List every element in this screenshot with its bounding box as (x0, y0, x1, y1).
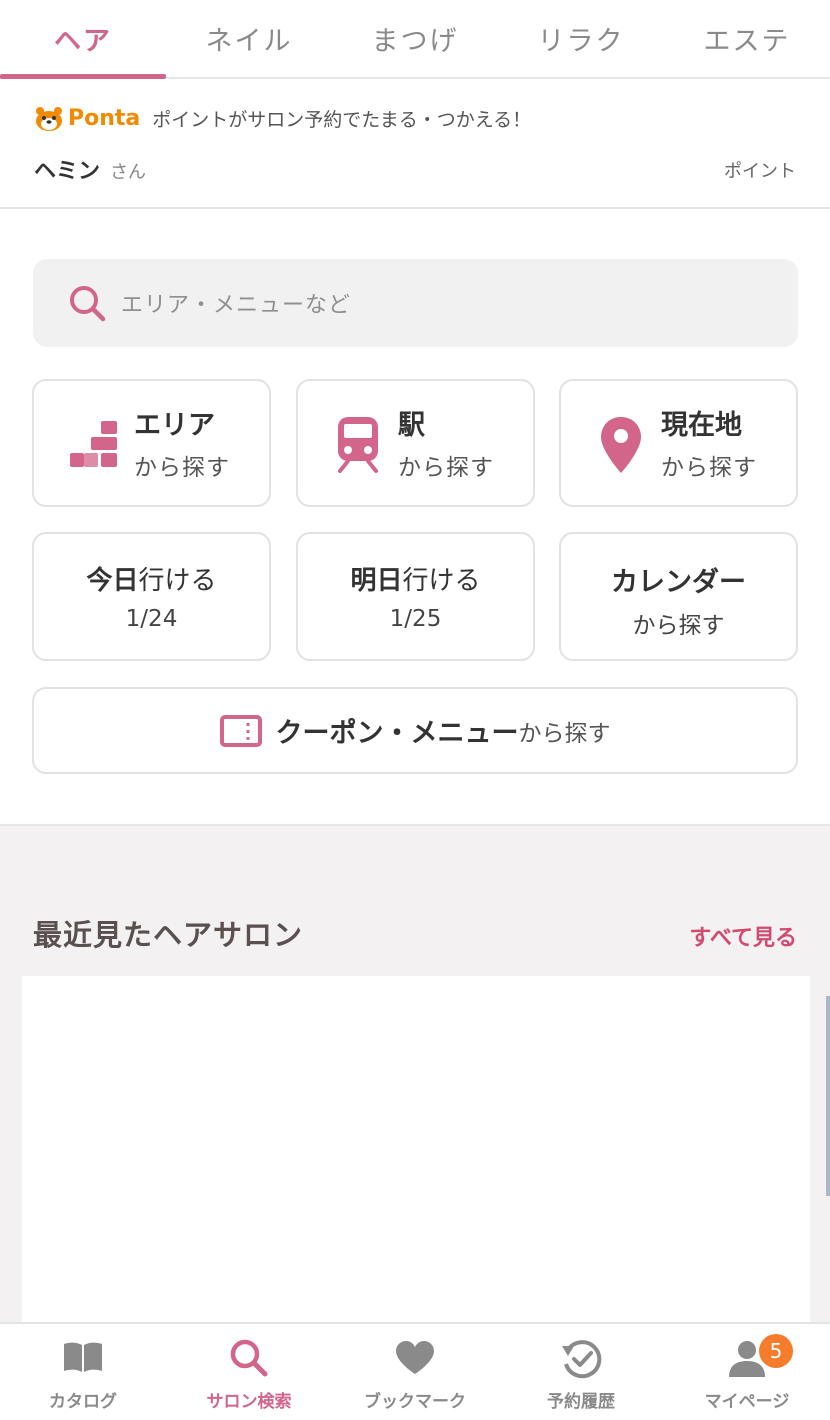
book-icon (64, 1342, 102, 1372)
location-search-button[interactable]: 現在地 から探す (559, 379, 798, 507)
calendar-sub-label: から探す (632, 613, 725, 639)
coupon-main-label: クーポン・メニュー (275, 718, 519, 749)
recent-title: 最近見たヘアサロン (33, 918, 304, 952)
tab-esthe[interactable]: エステ (664, 0, 830, 77)
search-input[interactable]: エリア・メニューなど (33, 259, 798, 347)
user-name: ヘミン さん (34, 153, 146, 185)
nav-salon-search-label: サロン検索 (206, 1392, 292, 1412)
next-card-peek (826, 996, 830, 1196)
nav-mypage[interactable]: 5 マイページ (664, 1324, 830, 1420)
user-name-suffix: さん (110, 162, 147, 183)
history-icon (562, 1340, 602, 1379)
bottom-nav: カタログ サロン検索 ブックマーク 予約履歴 5 マイページ (0, 1322, 830, 1420)
tab-relax[interactable]: リラク (498, 0, 664, 77)
today-date: 1/24 (125, 606, 178, 632)
location-sub-label: から探す (661, 455, 757, 481)
nav-salon-search[interactable]: サロン検索 (166, 1324, 332, 1420)
recent-salon-card[interactable] (22, 976, 810, 1336)
see-all-link[interactable]: すべて見る (689, 920, 797, 952)
tomorrow-bold: 明日 (350, 566, 403, 596)
notification-badge: 5 (759, 1334, 793, 1368)
ponta-mascot-icon (34, 106, 64, 132)
ponta-logo: Ponta (68, 106, 141, 131)
nav-bookmark-label: ブックマーク (364, 1392, 466, 1412)
calendar-main-label: カレンダー (611, 567, 746, 598)
tab-nail[interactable]: ネイル (166, 0, 332, 77)
area-search-button[interactable]: エリア から探す (32, 379, 271, 507)
location-main-label: 現在地 (661, 410, 742, 441)
ponta-message: ポイントがサロン予約でたまる・つかえる！ (152, 109, 532, 131)
nav-catalog-label: カタログ (49, 1392, 117, 1412)
coupon-menu-search-button[interactable]: クーポン・メニュー から探す (32, 687, 798, 774)
today-search-button[interactable]: 今日行ける 1/24 (32, 532, 271, 661)
station-main-label: 駅 (398, 410, 425, 441)
user-name-text: ヘミン (34, 159, 101, 184)
points-label: ポイント (724, 161, 796, 182)
recent-salons-section: 最近見たヘアサロン すべて見る (0, 824, 830, 1336)
nav-bookmark[interactable]: ブックマーク (332, 1324, 498, 1420)
ponta-banner[interactable]: Ponta ポイントがサロン予約でたまる・つかえる！ ヘミン さん ポイント (0, 79, 830, 209)
tomorrow-rest: 行ける (402, 566, 481, 596)
location-text: 現在地 から探す (661, 403, 757, 482)
search-placeholder: エリア・メニューなど (121, 293, 352, 318)
coupon-sub-label: から探す (518, 720, 611, 747)
nav-catalog[interactable]: カタログ (0, 1324, 166, 1420)
today-rest: 行ける (138, 566, 217, 596)
train-icon (338, 417, 378, 473)
category-tabs: ヘア ネイル まつげ リラク エステ (0, 0, 830, 79)
area-main-label: エリア (134, 410, 215, 441)
heart-icon (396, 1341, 434, 1374)
tab-eyelash[interactable]: まつげ (332, 0, 498, 77)
area-text: エリア から探す (134, 403, 230, 482)
tomorrow-label: 明日行ける (298, 560, 533, 597)
location-pin-icon (601, 417, 641, 473)
search-icon (70, 286, 106, 322)
tomorrow-date: 1/25 (389, 606, 442, 632)
search-icon (230, 1339, 268, 1377)
area-sub-label: から探す (134, 455, 230, 481)
tab-hair[interactable]: ヘア (0, 0, 166, 79)
station-sub-label: から探す (398, 455, 494, 481)
tomorrow-search-button[interactable]: 明日行ける 1/25 (296, 532, 535, 661)
calendar-search-button[interactable]: カレンダー から探す (559, 532, 798, 661)
today-label: 今日行ける (34, 560, 269, 597)
station-text: 駅 から探す (398, 403, 494, 482)
ponta-row: Ponta ポイントがサロン予約でたまる・つかえる！ (34, 105, 531, 132)
nav-reservation-history-label: 予約履歴 (547, 1392, 615, 1412)
nav-reservation-history[interactable]: 予約履歴 (498, 1324, 664, 1420)
station-search-button[interactable]: 駅 から探す (296, 379, 535, 507)
coupon-icon (219, 714, 262, 747)
nav-mypage-label: マイページ (704, 1392, 790, 1412)
area-icon (70, 421, 117, 467)
today-bold: 今日 (86, 566, 139, 596)
